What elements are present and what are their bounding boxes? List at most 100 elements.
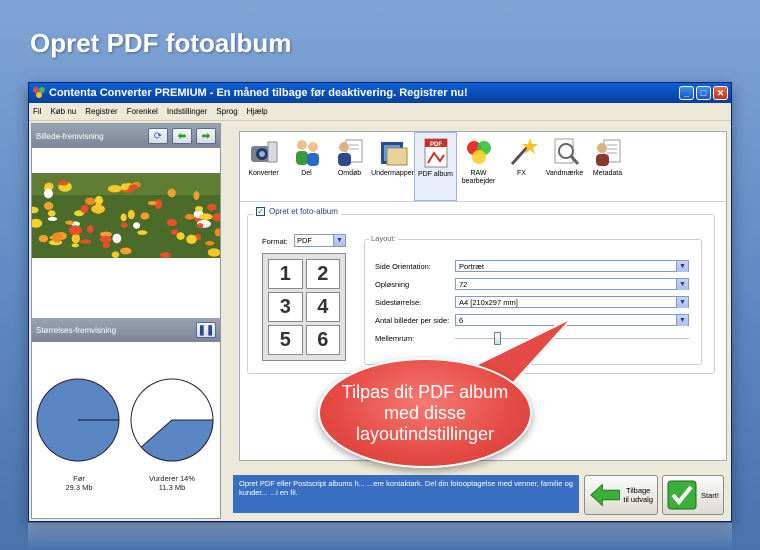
before-size: 29.3 Mb	[65, 483, 93, 492]
sizes-title: Størrelses-fremvisning	[36, 325, 117, 335]
menu-item-indstillinger[interactable]: Indstillinger	[167, 107, 207, 116]
tool-pdf-album[interactable]: PDF PDF album	[414, 132, 457, 201]
app-logo-icon	[33, 87, 45, 99]
tool-label: PDF album	[417, 171, 453, 178]
menu-item-hjaelp[interactable]: Hjælp	[247, 107, 268, 116]
callout-bubble: Tilpas dit PDF album med disse layoutind…	[318, 358, 532, 468]
spacing-slider[interactable]	[455, 338, 689, 340]
preview-header: Billede-fremvisning ⟳ ⬅ ➡	[32, 124, 220, 148]
tool-label: Vandmærke	[545, 170, 584, 177]
resolution-label: Opløsning	[375, 280, 410, 289]
watermark-icon	[549, 136, 581, 168]
tool-omdoeb[interactable]: Omdøb	[328, 132, 371, 201]
layout-cell: 3	[268, 292, 303, 322]
next-image-button[interactable]: ➡	[196, 128, 216, 144]
refresh-preview-button[interactable]: ⟳	[148, 128, 168, 144]
layout-cell: 4	[305, 292, 340, 322]
start-button[interactable]: Start!	[662, 475, 724, 515]
tool-label: Undermapper	[371, 170, 414, 177]
after-label: Vurderer 14%	[149, 474, 195, 483]
format-label: Format:	[262, 237, 288, 246]
format-value: PDF	[297, 236, 312, 245]
rename-icon	[334, 136, 366, 168]
tool-label: Konverter	[248, 170, 279, 177]
layout-cell: 2	[305, 259, 340, 289]
arrow-left-icon: ⬅	[177, 130, 187, 142]
arrow-right-icon: ➡	[201, 130, 211, 142]
tool-label: FX	[517, 170, 526, 177]
resolution-value: 72	[459, 279, 468, 289]
tool-fx[interactable]: FX	[500, 132, 543, 201]
tool-label: Del	[301, 170, 312, 177]
images-per-page-label: Antal billeder per side:	[375, 316, 450, 325]
arrow-left-icon	[590, 483, 620, 507]
checkmark-icon	[667, 480, 697, 510]
chevron-down-icon: ▼	[333, 235, 345, 246]
tool-del[interactable]: Del	[285, 132, 328, 201]
preview-image	[32, 173, 220, 258]
layout-cell: 1	[268, 259, 303, 289]
after-size: 11.3 Mb	[158, 483, 186, 492]
size-preview: Før 29.3 Mb Vurderer 14% 11.3 Mb	[32, 342, 220, 518]
folder-icon	[377, 136, 409, 168]
checkbox-checked-icon: ✓	[256, 207, 265, 216]
tool-konverter[interactable]: Konverter	[242, 132, 285, 201]
people-icon	[291, 136, 323, 168]
sizes-header: Størrelses-fremvisning ❚❚	[32, 318, 220, 342]
tool-label: RAW bearbejder	[461, 170, 496, 185]
start-label: Start!	[701, 490, 719, 500]
spacing-slider-thumb[interactable]	[494, 332, 502, 345]
chevron-down-icon: ▼	[676, 297, 688, 308]
maximize-button[interactable]: □	[696, 86, 711, 100]
menu-item-forenkel[interactable]: Forenkel	[127, 107, 158, 116]
camera-icon	[248, 136, 280, 168]
orientation-label: Side Orientation:	[375, 262, 431, 271]
before-label: Før	[73, 474, 85, 483]
metadata-icon	[592, 136, 624, 168]
create-album-checkbox[interactable]: ✓ Opret et foto-album	[253, 207, 341, 216]
info-text: Opret PDF eller Postscript albums h... .…	[233, 475, 579, 513]
close-button[interactable]: ✕	[713, 86, 728, 100]
photo-album-group: ✓ Opret et foto-album Format: PDF ▼ 1 2 …	[247, 207, 715, 374]
previous-image-button[interactable]: ⬅	[172, 128, 192, 144]
page-size-select[interactable]: A4 [210x297 mm] ▼	[455, 296, 689, 308]
callout-text: Tilpas dit PDF album med disse layoutind…	[341, 381, 509, 444]
left-panel: Billede-fremvisning ⟳ ⬅ ➡ Størrelses-fre…	[31, 123, 221, 519]
resolution-select[interactable]: 72 ▼	[455, 278, 689, 290]
page-banner-title: Opret PDF fotoalbum	[30, 28, 292, 58]
orientation-select[interactable]: Portræt ▼	[455, 260, 689, 272]
page-size-label: Sidestørrelse:	[375, 298, 422, 307]
page-size-value: A4 [210x297 mm]	[459, 297, 518, 307]
back-to-selection-button[interactable]: Tilbage til udvalg	[584, 475, 658, 515]
chevron-down-icon: ▼	[676, 279, 688, 290]
feature-toolbar: Konverter Del Omdøb Undermapper PDF PDF …	[240, 132, 726, 202]
menu-item-registrer[interactable]: Registrer	[85, 107, 117, 116]
chevron-down-icon: ▼	[676, 315, 688, 326]
window-titlebar[interactable]: Contenta Converter PREMIUM - En måned ti…	[29, 83, 731, 103]
format-select[interactable]: PDF ▼	[294, 234, 346, 247]
menu-item-koeb-nu[interactable]: Køb nu	[50, 107, 76, 116]
images-per-page-select[interactable]: 6 ▼	[455, 314, 689, 326]
raw-icon	[463, 136, 495, 168]
chevron-down-icon: ▼	[676, 261, 688, 272]
layout-title: Layout:	[369, 234, 398, 243]
tool-raw[interactable]: RAW bearbejder	[457, 132, 500, 201]
menu-item-fil[interactable]: Fil	[33, 107, 41, 116]
menu-item-sprog[interactable]: Sprog	[216, 107, 237, 116]
tool-label: Metadata	[592, 170, 623, 177]
tool-metadata[interactable]: Metadata	[586, 132, 629, 201]
pause-button[interactable]: ❚❚	[196, 322, 216, 338]
tool-undermapper[interactable]: Undermapper	[371, 132, 414, 201]
svg-text:PDF: PDF	[430, 142, 442, 148]
layout-cell: 5	[268, 325, 303, 355]
layout-cell: 6	[305, 325, 340, 355]
window-title: Contenta Converter PREMIUM - En måned ti…	[49, 87, 468, 99]
preview-title: Billede-fremvisning	[36, 131, 104, 141]
tool-vandmaerke[interactable]: Vandmærke	[543, 132, 586, 201]
minimize-button[interactable]: _	[679, 86, 694, 100]
layout-group: Layout: Side Orientation: Portræt ▼ Opløs…	[364, 234, 702, 365]
pause-icon: ❚❚	[197, 324, 215, 336]
tool-label: Omdøb	[337, 170, 362, 177]
images-per-page-value: 6	[459, 315, 464, 325]
back-label: Tilbage til udvalg	[623, 486, 653, 504]
